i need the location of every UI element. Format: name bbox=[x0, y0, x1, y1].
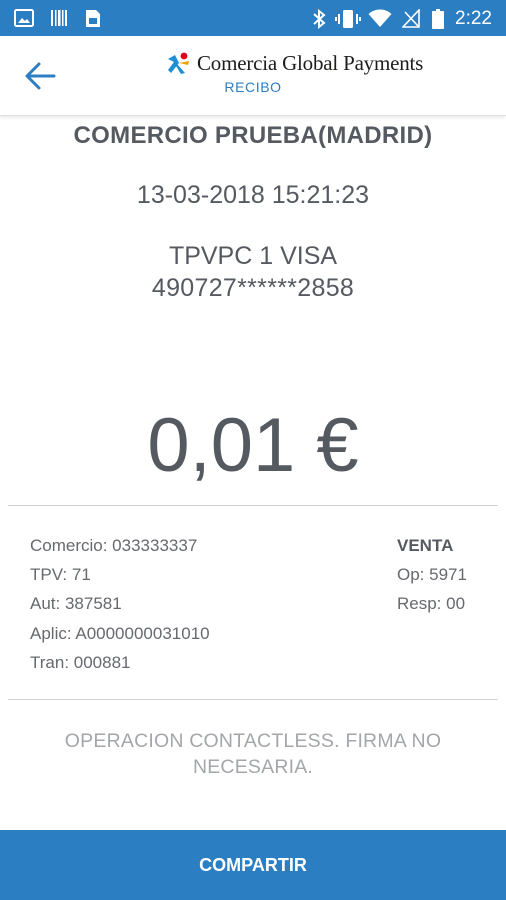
transaction-datetime: 13-03-2018 15:21:23 bbox=[136, 181, 370, 209]
image-icon bbox=[14, 9, 34, 27]
sim-icon bbox=[86, 10, 100, 27]
card-number: 490727******2858 bbox=[151, 274, 355, 302]
share-button[interactable]: COMPARTIR bbox=[0, 830, 506, 900]
divider bbox=[8, 505, 498, 506]
barcode-icon bbox=[51, 10, 67, 26]
vibrate-icon bbox=[335, 10, 361, 28]
application-id: Aplic: A0000000031010 bbox=[30, 623, 210, 643]
bluetooth-icon bbox=[313, 9, 326, 29]
brand-name: Comercia Global Payments bbox=[197, 50, 424, 75]
brand-logo: Comercia Global Payments bbox=[165, 50, 423, 76]
response-code: Resp: 00 bbox=[397, 594, 466, 614]
battery-icon bbox=[432, 9, 444, 29]
amount: 0,01 € bbox=[147, 403, 359, 488]
screen-title: RECIBO bbox=[224, 79, 282, 95]
merchant-code: Comercio: 033333337 bbox=[30, 536, 198, 555]
wifi-icon bbox=[368, 9, 392, 27]
no-signal-icon bbox=[402, 9, 420, 28]
app-header: Comercia Global Payments RECIBO bbox=[0, 36, 506, 116]
merchant-name: COMERCIO PRUEBA(MADRID) bbox=[73, 122, 433, 149]
operation-number: Op: 5971 bbox=[397, 565, 467, 585]
status-time: 2:22 bbox=[455, 8, 492, 29]
operation-type: VENTA bbox=[397, 536, 454, 555]
authorization-code: Aut: 387581 bbox=[30, 594, 122, 614]
transaction-number: Tran: 000881 bbox=[30, 652, 131, 672]
divider bbox=[8, 699, 498, 700]
contactless-notice: OPERACION CONTACTLESS. FIRMA NO NECESARI… bbox=[64, 730, 442, 778]
details-right: VENTA Op: 5971 Resp: 00 bbox=[397, 531, 467, 619]
details-left: Comercio: 033333337 TPV: 71 Aut: 387581 … bbox=[30, 531, 210, 677]
star-logo-icon bbox=[168, 52, 189, 74]
status-bar: 2:22 bbox=[0, 0, 506, 36]
card-type: TPVPC 1 VISA bbox=[168, 242, 338, 270]
terminal-id: TPV: 71 bbox=[30, 565, 91, 585]
